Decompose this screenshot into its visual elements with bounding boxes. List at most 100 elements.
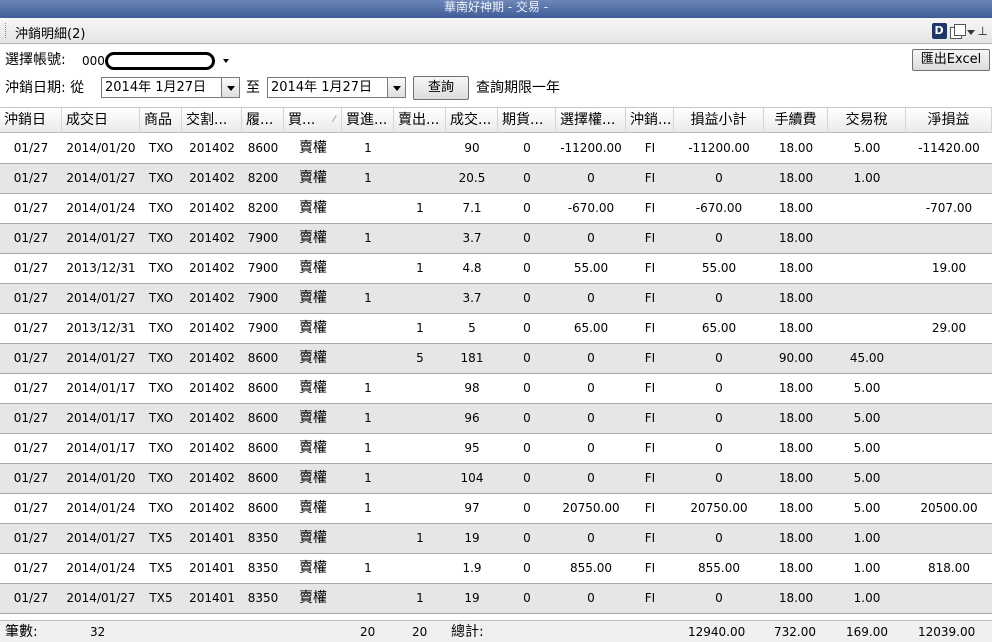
col-close-date-cell: 01/27 bbox=[13, 501, 49, 515]
col-close-date-cell: 01/27 bbox=[13, 441, 49, 455]
chevron-down-icon[interactable] bbox=[223, 59, 229, 63]
dropdown-arrow-icon[interactable] bbox=[966, 30, 975, 35]
col-delivery-cell: 201401 bbox=[189, 561, 235, 575]
col-pnl-subtotal-header[interactable]: 損益小計 bbox=[674, 108, 764, 133]
col-strike-header[interactable]: 履... bbox=[242, 108, 284, 133]
table-row[interactable]: 01/27 2014/01/24 TXO 201402 8600 賣權 1 97 0 20750.… bbox=[0, 494, 992, 524]
col-delivery-cell: 201401 bbox=[189, 591, 235, 605]
col-product-header[interactable]: 商品 bbox=[140, 108, 182, 133]
table-row[interactable]: 01/27 2014/01/27 TX5 201401 8350 賣權 1 19 0 0 FI 0 18… bbox=[0, 524, 992, 554]
date-to-picker[interactable]: 2014年 1月27日 bbox=[267, 77, 406, 98]
col-product-cell: TX5 bbox=[149, 561, 173, 575]
col-option-pnl-header[interactable]: 選擇權... bbox=[556, 108, 626, 133]
account-label: 選擇帳號: bbox=[5, 52, 66, 68]
col-strike-cell: 8600 bbox=[247, 441, 279, 455]
col-fee-cell: 18.00 bbox=[778, 501, 814, 515]
column-header-label: 交易稅 bbox=[845, 112, 888, 128]
query-button[interactable]: 查詢 bbox=[413, 76, 469, 100]
col-tax-cell: 5.00 bbox=[853, 381, 881, 395]
buy-total: 20 bbox=[360, 625, 376, 639]
tax-total: 169.00 bbox=[846, 625, 888, 639]
account-select[interactable]: 000 bbox=[78, 50, 232, 71]
col-buy-cell: 1 bbox=[364, 171, 372, 185]
col-strike-cell: 8600 bbox=[247, 471, 279, 485]
col-price-cell: 96 bbox=[464, 411, 480, 425]
table-row[interactable]: 01/27 2014/01/20 TXO 201402 8600 賣權 1 104 0 0 FI 0 1… bbox=[0, 464, 992, 494]
table-row[interactable]: 01/27 2014/01/27 TXO 201402 8600 賣權 5 181 0 0 FI 0 9… bbox=[0, 344, 992, 374]
col-price-cell: 3.7 bbox=[462, 291, 482, 305]
col-call-put-header[interactable]: 買... ⁄ bbox=[284, 108, 342, 133]
col-close-date-header[interactable]: 沖銷日 bbox=[0, 108, 62, 133]
table-row[interactable]: 01/27 2014/01/17 TXO 201402 8600 賣權 1 95 0 0 FI 0 18… bbox=[0, 434, 992, 464]
settlement-detail-grid[interactable]: 沖銷日 成交日 商品 交割... 履... 買... ⁄ 買進... 賣出... 成交... 期貨.… bbox=[0, 107, 992, 617]
col-tax-cell: 1.00 bbox=[853, 531, 881, 545]
col-net-pnl-cell: 20500.00 bbox=[920, 501, 978, 515]
col-close-type-header[interactable]: 沖銷... bbox=[626, 108, 674, 133]
account-row: 選擇帳號: 000 匯出Excel bbox=[0, 48, 992, 74]
col-strike-cell: 7900 bbox=[247, 231, 279, 245]
col-tax-cell: 5.00 bbox=[853, 141, 881, 155]
date-from-picker[interactable]: 2014年 1月27日 bbox=[101, 77, 240, 98]
calendar-dropdown-icon[interactable] bbox=[387, 78, 405, 97]
col-tax-cell: 1.00 bbox=[853, 591, 881, 605]
col-futures-pnl-cell: 0 bbox=[523, 171, 531, 185]
col-strike-cell: 8600 bbox=[247, 411, 279, 425]
col-call-put-cell: 賣權 bbox=[299, 350, 327, 366]
col-futures-pnl-header[interactable]: 期貨... bbox=[498, 108, 556, 133]
table-row[interactable]: 01/27 2014/01/27 TXO 201402 8200 賣權 1 20.5 0 0 FI 0… bbox=[0, 164, 992, 194]
table-row[interactable]: 01/27 2013/12/31 TXO 201402 7900 賣權 1 4.8 0 55.00… bbox=[0, 254, 992, 284]
table-row[interactable]: 01/27 2014/01/17 TXO 201402 8600 賣權 1 98 0 0 FI 0 18… bbox=[0, 374, 992, 404]
col-fee-cell: 18.00 bbox=[778, 321, 814, 335]
col-call-put-cell: 賣權 bbox=[299, 320, 327, 336]
col-tax-header[interactable]: 交易稅 bbox=[828, 108, 906, 133]
column-header-label: 沖銷... bbox=[630, 112, 672, 128]
table-row[interactable]: 01/27 2014/01/17 TXO 201402 8600 賣權 1 96 0 0 FI 0 18… bbox=[0, 404, 992, 434]
float-window-icon[interactable] bbox=[949, 24, 966, 39]
pin-icon[interactable]: ⊥ bbox=[978, 24, 988, 38]
col-delivery-cell: 201402 bbox=[189, 411, 235, 425]
col-fee-cell: 18.00 bbox=[778, 141, 814, 155]
col-delivery-cell: 201402 bbox=[189, 141, 235, 155]
col-net-pnl-header[interactable]: 淨損益 bbox=[906, 108, 992, 133]
col-delivery-header[interactable]: 交割... bbox=[182, 108, 242, 133]
d-app-icon[interactable]: D bbox=[931, 23, 947, 39]
table-row[interactable]: 01/27 2014/01/27 TX5 201401 8350 賣權 1 19 0 0 FI 0 18… bbox=[0, 584, 992, 614]
col-tax-cell: 1.00 bbox=[853, 561, 881, 575]
date-filter-row: 沖銷日期: 從 2014年 1月27日 至 2014年 1月27日 查詢 查詢期… bbox=[0, 76, 992, 102]
col-product-cell: TXO bbox=[148, 291, 174, 305]
col-price-cell: 3.7 bbox=[462, 231, 482, 245]
col-price-header[interactable]: 成交... bbox=[446, 108, 498, 133]
table-row[interactable]: 01/27 2013/12/31 TXO 201402 7900 賣權 1 5 0 65.00 FI… bbox=[0, 314, 992, 344]
table-row[interactable]: 01/27 2014/01/27 TXO 201402 7900 賣權 1 3.7 0 0 FI 0 1… bbox=[0, 284, 992, 314]
table-row[interactable]: 01/27 2014/01/27 TXO 201402 7900 賣權 1 3.7 0 0 FI 0 1… bbox=[0, 224, 992, 254]
table-row[interactable]: 01/27 2014/01/20 TXO 201402 8600 賣權 1 90 0 -11200… bbox=[0, 134, 992, 164]
drag-grip-icon[interactable] bbox=[5, 23, 7, 38]
col-call-put-cell: 賣權 bbox=[299, 380, 327, 396]
col-fee-header[interactable]: 手續費 bbox=[764, 108, 828, 133]
column-header-label: 淨損益 bbox=[927, 112, 970, 128]
col-futures-pnl-cell: 0 bbox=[523, 381, 531, 395]
net-total: 12039.00 bbox=[918, 625, 976, 639]
col-fee-cell: 18.00 bbox=[778, 171, 814, 185]
col-product-cell: TX5 bbox=[149, 591, 173, 605]
col-delivery-cell: 201401 bbox=[189, 531, 235, 545]
calendar-dropdown-icon[interactable] bbox=[221, 78, 239, 97]
col-tax-cell bbox=[828, 224, 906, 253]
col-product-cell: TXO bbox=[148, 471, 174, 485]
col-product-cell: TXO bbox=[148, 231, 174, 245]
col-product-cell: TXO bbox=[148, 171, 174, 185]
col-delivery-cell: 201402 bbox=[189, 441, 235, 455]
column-header-label: 買... bbox=[288, 112, 316, 128]
totals-footer: 筆數: 32 20 20 總計: 12940.00 732.00 169.00 … bbox=[0, 620, 992, 642]
col-close-type-cell: FI bbox=[644, 471, 656, 485]
col-buy-header[interactable]: 買進... bbox=[342, 108, 394, 133]
col-sell-header[interactable]: 賣出... bbox=[394, 108, 446, 133]
window-title-bar: 華南好神期 - 交易 - bbox=[0, 0, 992, 18]
table-row[interactable]: 01/27 2014/01/24 TXO 201402 8200 賣權 1 7.1 0 -670.… bbox=[0, 194, 992, 224]
col-futures-pnl-cell: 0 bbox=[523, 351, 531, 365]
table-row[interactable]: 01/27 2014/01/24 TX5 201401 8350 賣權 1 1.9 0 855.0… bbox=[0, 554, 992, 584]
col-trade-date-header[interactable]: 成交日 bbox=[62, 108, 140, 133]
col-strike-cell: 8350 bbox=[247, 591, 279, 605]
account-prefix: 000 bbox=[82, 54, 105, 68]
export-excel-button[interactable]: 匯出Excel bbox=[912, 49, 990, 71]
